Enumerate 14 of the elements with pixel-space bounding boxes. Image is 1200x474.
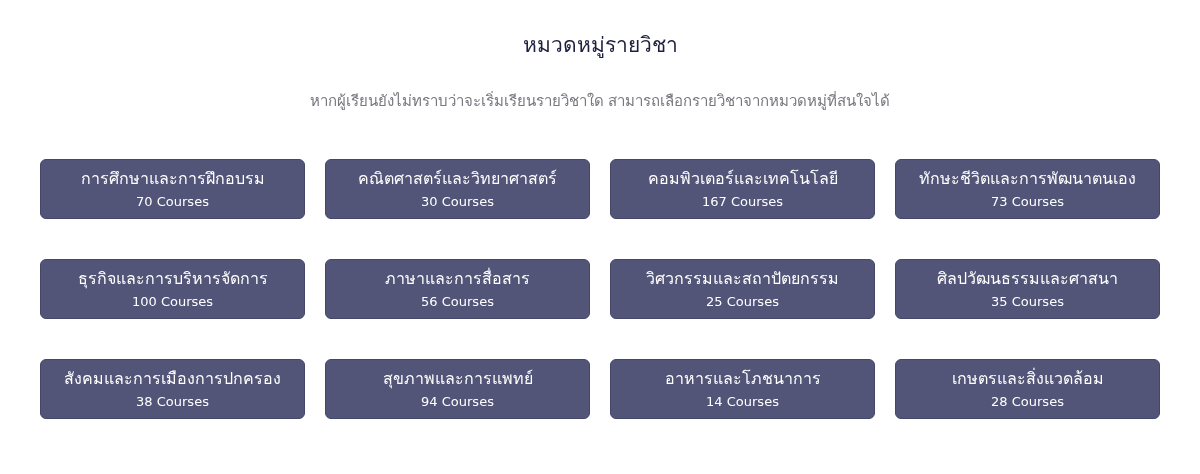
- category-card[interactable]: วิศวกรรมและสถาปัตยกรรม 25 Courses: [610, 259, 875, 319]
- category-card[interactable]: ภาษาและการสื่อสาร 56 Courses: [325, 259, 590, 319]
- category-card[interactable]: ศิลปวัฒนธรรมและศาสนา 35 Courses: [895, 259, 1160, 319]
- category-card[interactable]: เกษตรและสิ่งแวดล้อม 28 Courses: [895, 359, 1160, 419]
- category-card[interactable]: การศึกษาและการฝึกอบรม 70 Courses: [40, 159, 305, 219]
- category-card[interactable]: ทักษะชีวิตและการพัฒนาตนเอง 73 Courses: [895, 159, 1160, 219]
- category-card[interactable]: ธุรกิจและการบริหารจัดการ 100 Courses: [40, 259, 305, 319]
- category-card[interactable]: คณิตศาสตร์และวิทยาศาสตร์ 30 Courses: [325, 159, 590, 219]
- category-card[interactable]: คอมพิวเตอร์และเทคโนโลยี 167 Courses: [610, 159, 875, 219]
- section-heading: หมวดหมู่รายวิชา: [522, 32, 678, 60]
- section-subtitle: หากผู้เรียนยังไม่ทราบว่าจะเริ่มเรียนรายวิชาใด สามารถเลือกรายวิชาจากหมวดหมู่ที่สนใจได้: [309, 90, 891, 112]
- category-card[interactable]: สังคมและการเมืองการปกครอง 38 Courses: [40, 359, 305, 419]
- category-card[interactable]: สุขภาพและการแพทย์ 94 Courses: [325, 359, 590, 419]
- category-card[interactable]: อาหารและโภชนาการ 14 Courses: [610, 359, 875, 419]
